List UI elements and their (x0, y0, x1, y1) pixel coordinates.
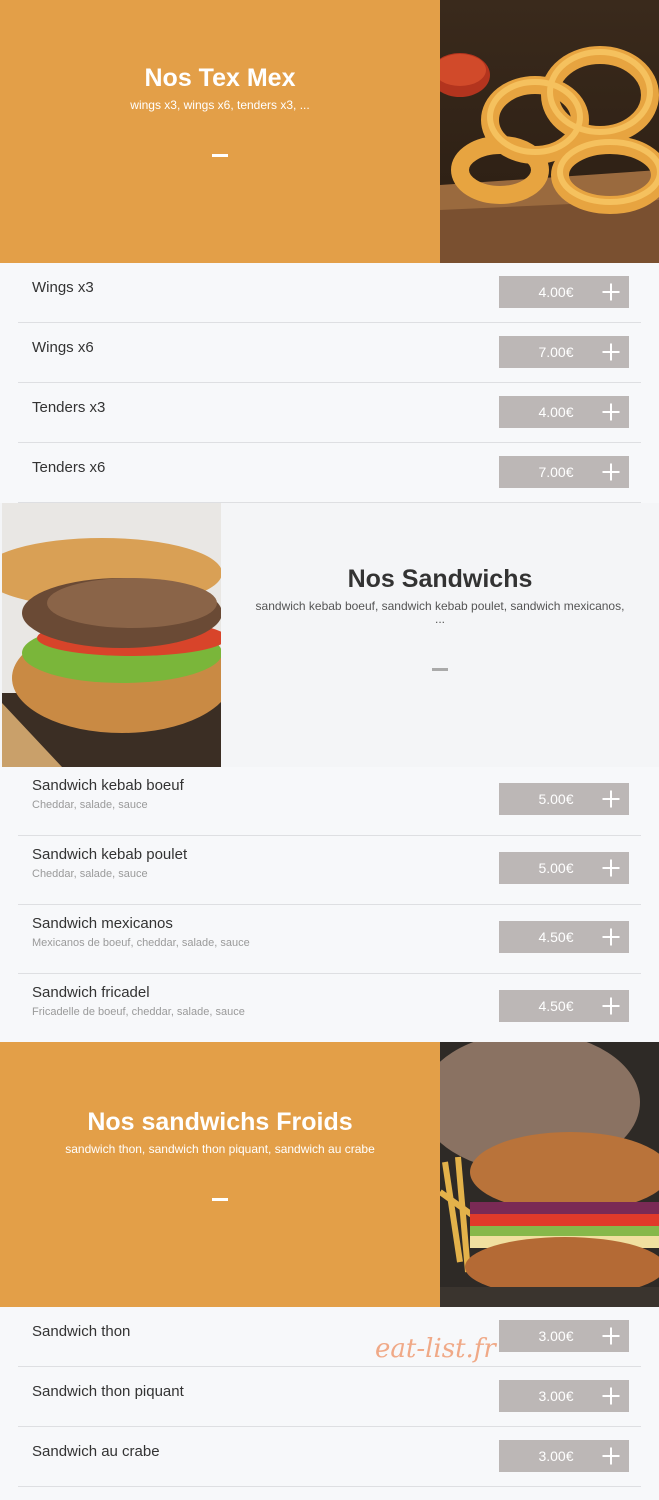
item-name: Sandwich fricadel (32, 984, 150, 1001)
cold-sandwich-image (440, 1042, 659, 1307)
section-hero-sandwichs: Nos Sandwichs sandwich kebab boeuf, sand… (0, 503, 659, 767)
plus-icon (593, 1380, 629, 1412)
add-to-cart-button[interactable]: 3.00€ (499, 1320, 629, 1352)
section-subtitle: wings x3, wings x6, tenders x3, ... (130, 98, 310, 112)
item-price: 7.00€ (538, 464, 574, 480)
add-to-cart-button[interactable]: 5.00€ (499, 783, 629, 815)
add-to-cart-button[interactable]: 7.00€ (499, 336, 629, 368)
add-to-cart-button[interactable]: 4.50€ (499, 921, 629, 953)
item-name: Sandwich kebab poulet (32, 846, 188, 863)
menu-item: Tenders x3 4.00€ (18, 383, 641, 443)
section-divider (212, 154, 228, 157)
watermark-text: eat-list.fr (375, 1334, 496, 1364)
item-description: Cheddar, salade, sauce (32, 868, 148, 880)
item-price: 7.00€ (538, 344, 574, 360)
item-name: Tenders x3 (32, 399, 106, 416)
section-title: Nos sandwichs Froids (87, 1108, 353, 1136)
item-price: 5.00€ (538, 791, 574, 807)
plus-icon (593, 276, 629, 308)
item-description: Cheddar, salade, sauce (32, 799, 148, 811)
item-price: 4.00€ (538, 284, 574, 300)
section-hero-tex-mex: Nos Tex Mex wings x3, wings x6, tenders … (0, 0, 659, 263)
plus-icon (593, 990, 629, 1022)
menu-list-tex-mex: Wings x3 4.00€ Wings x6 7.00€ Tenders x3… (0, 263, 659, 503)
menu-item: Wings x6 7.00€ (18, 323, 641, 383)
item-name: Sandwich thon (32, 1323, 131, 1340)
menu-item: Sandwich fricadel Fricadelle de boeuf, c… (18, 974, 641, 1042)
item-name: Sandwich kebab boeuf (32, 777, 184, 794)
item-price: 3.00€ (538, 1448, 574, 1464)
plus-icon (593, 852, 629, 884)
hero-text: Nos sandwichs Froids sandwich thon, sand… (0, 1042, 440, 1307)
section-title: Nos Tex Mex (144, 64, 296, 92)
plus-icon (593, 1440, 629, 1472)
section-title: Nos Sandwichs (347, 565, 533, 593)
kebab-sandwich-image (2, 503, 221, 767)
item-description: Fricadelle de boeuf, cheddar, salade, sa… (32, 1006, 245, 1018)
menu-item: Sandwich thon piquant 3.00€ (18, 1367, 641, 1427)
item-name: Wings x6 (32, 339, 94, 356)
add-to-cart-button[interactable]: 3.00€ (499, 1380, 629, 1412)
item-name: Sandwich mexicanos (32, 915, 173, 932)
add-to-cart-button[interactable]: 4.50€ (499, 990, 629, 1022)
item-price: 4.50€ (538, 998, 574, 1014)
item-price: 4.50€ (538, 929, 574, 945)
add-to-cart-button[interactable]: 3.00€ (499, 1440, 629, 1472)
plus-icon (593, 336, 629, 368)
section-hero-sandwichs-froids: Nos sandwichs Froids sandwich thon, sand… (0, 1042, 659, 1307)
menu-list-sandwichs: Sandwich kebab boeuf Cheddar, salade, sa… (0, 767, 659, 1042)
item-name: Tenders x6 (32, 459, 106, 476)
plus-icon (593, 456, 629, 488)
menu-item: Sandwich kebab poulet Cheddar, salade, s… (18, 836, 641, 905)
section-subtitle: sandwich thon, sandwich thon piquant, sa… (65, 1142, 375, 1156)
item-price: 5.00€ (538, 860, 574, 876)
menu-item: Tenders x6 7.00€ (18, 443, 641, 503)
section-subtitle: sandwich kebab boeuf, sandwich kebab pou… (255, 599, 625, 626)
item-price: 4.00€ (538, 404, 574, 420)
item-name: Sandwich au crabe (32, 1443, 160, 1460)
add-to-cart-button[interactable]: 4.00€ (499, 396, 629, 428)
plus-icon (593, 783, 629, 815)
menu-item: Wings x3 4.00€ (18, 263, 641, 323)
item-name: Sandwich thon piquant (32, 1383, 184, 1400)
menu-item: Sandwich au crabe 3.00€ (18, 1427, 641, 1487)
onion-rings-image (440, 0, 659, 263)
menu-item: Sandwich thon 3.00€ (18, 1307, 641, 1367)
item-price: 3.00€ (538, 1328, 574, 1344)
menu-item: Sandwich kebab boeuf Cheddar, salade, sa… (18, 767, 641, 836)
item-price: 3.00€ (538, 1388, 574, 1404)
plus-icon (593, 1320, 629, 1352)
add-to-cart-button[interactable]: 4.00€ (499, 276, 629, 308)
menu-item: Sandwich mexicanos Mexicanos de boeuf, c… (18, 905, 641, 974)
menu-list-sandwichs-froids: Sandwich thon 3.00€ Sandwich thon piquan… (0, 1307, 659, 1487)
item-name: Wings x3 (32, 279, 94, 296)
hero-text: Nos Tex Mex wings x3, wings x6, tenders … (0, 0, 440, 263)
section-divider (432, 668, 448, 671)
section-divider (212, 1198, 228, 1201)
add-to-cart-button[interactable]: 5.00€ (499, 852, 629, 884)
plus-icon (593, 921, 629, 953)
plus-icon (593, 396, 629, 428)
item-description: Mexicanos de boeuf, cheddar, salade, sau… (32, 937, 250, 949)
add-to-cart-button[interactable]: 7.00€ (499, 456, 629, 488)
hero-text: Nos Sandwichs sandwich kebab boeuf, sand… (221, 503, 659, 767)
